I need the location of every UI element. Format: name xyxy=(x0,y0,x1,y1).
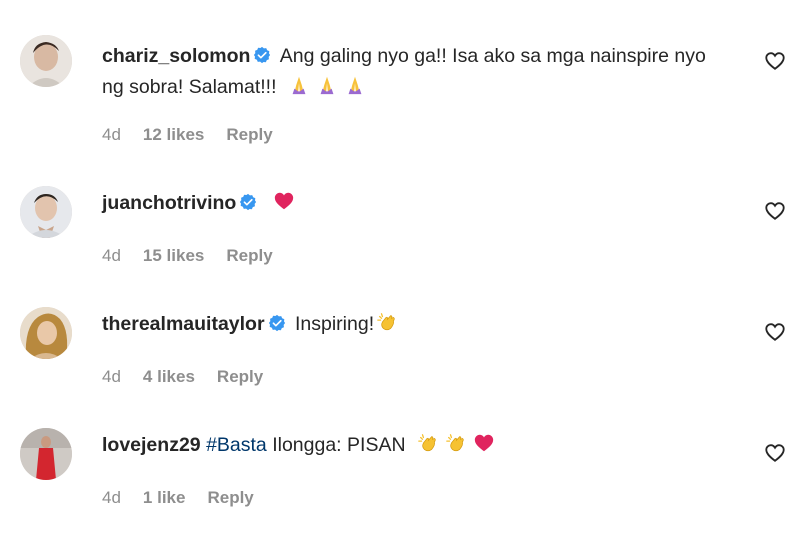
reply-button[interactable]: Reply xyxy=(217,367,263,386)
avatar[interactable] xyxy=(20,307,72,359)
comment-meta: 4d 1 like Reply xyxy=(102,488,276,508)
pray-icon xyxy=(288,74,310,96)
verified-badge-icon xyxy=(268,314,286,332)
likes-count[interactable]: 1 like xyxy=(143,488,186,507)
comment-item: juanchotrivino 4d 15 likes Reply xyxy=(0,186,800,276)
username[interactable]: chariz_solomon xyxy=(102,45,250,67)
username[interactable]: therealmauitaylor xyxy=(102,313,265,335)
comment-body: chariz_solomon Ang galing nyo ga!! Isa a… xyxy=(102,41,722,103)
comment-time: 4d xyxy=(102,246,121,265)
reply-button[interactable]: Reply xyxy=(207,488,253,507)
comment-meta: 4d 15 likes Reply xyxy=(102,246,295,266)
username[interactable]: juanchotrivino xyxy=(102,192,236,214)
comment-body: lovejenz29 #Basta Ilongga: PISAN xyxy=(102,430,722,461)
comment-body: therealmauitaylor Inspiring! xyxy=(102,309,722,340)
clap-icon xyxy=(417,432,439,454)
comment-time: 4d xyxy=(102,367,121,386)
username[interactable]: lovejenz29 xyxy=(102,434,201,456)
likes-count[interactable]: 4 likes xyxy=(143,367,195,386)
pray-icon xyxy=(344,74,366,96)
red-heart-icon xyxy=(273,190,295,212)
likes-count[interactable]: 15 likes xyxy=(143,246,204,265)
avatar[interactable] xyxy=(20,35,72,87)
red-heart-icon xyxy=(473,432,495,454)
pray-icon xyxy=(316,74,338,96)
verified-badge-icon xyxy=(239,193,257,211)
reply-button[interactable]: Reply xyxy=(226,246,272,265)
comment-time: 4d xyxy=(102,488,121,507)
comment-meta: 4d 12 likes Reply xyxy=(102,125,295,145)
avatar[interactable] xyxy=(20,186,72,238)
comment-item: therealmauitaylor Inspiring! 4d 4 likes Re… xyxy=(0,307,800,397)
comment-meta: 4d 4 likes Reply xyxy=(102,367,285,387)
comment-text: Ilongga: PISAN xyxy=(272,434,406,456)
comment-body: juanchotrivino xyxy=(102,188,722,219)
reply-button[interactable]: Reply xyxy=(226,125,272,144)
like-heart-icon[interactable] xyxy=(764,321,788,345)
verified-badge-icon xyxy=(253,46,271,64)
like-heart-icon[interactable] xyxy=(764,200,788,224)
like-heart-icon[interactable] xyxy=(764,442,788,466)
clap-icon xyxy=(376,311,398,333)
like-heart-icon[interactable] xyxy=(764,50,788,74)
comment-time: 4d xyxy=(102,125,121,144)
comment-item: lovejenz29 #Basta Ilongga: PISAN 4d 1 lik… xyxy=(0,428,800,518)
avatar[interactable] xyxy=(20,428,72,480)
hashtag-link[interactable]: #Basta xyxy=(206,434,267,456)
comment-item: chariz_solomon Ang galing nyo ga!! Isa a… xyxy=(0,35,800,155)
clap-icon xyxy=(445,432,467,454)
likes-count[interactable]: 12 likes xyxy=(143,125,204,144)
comment-text: Inspiring! xyxy=(294,313,375,335)
